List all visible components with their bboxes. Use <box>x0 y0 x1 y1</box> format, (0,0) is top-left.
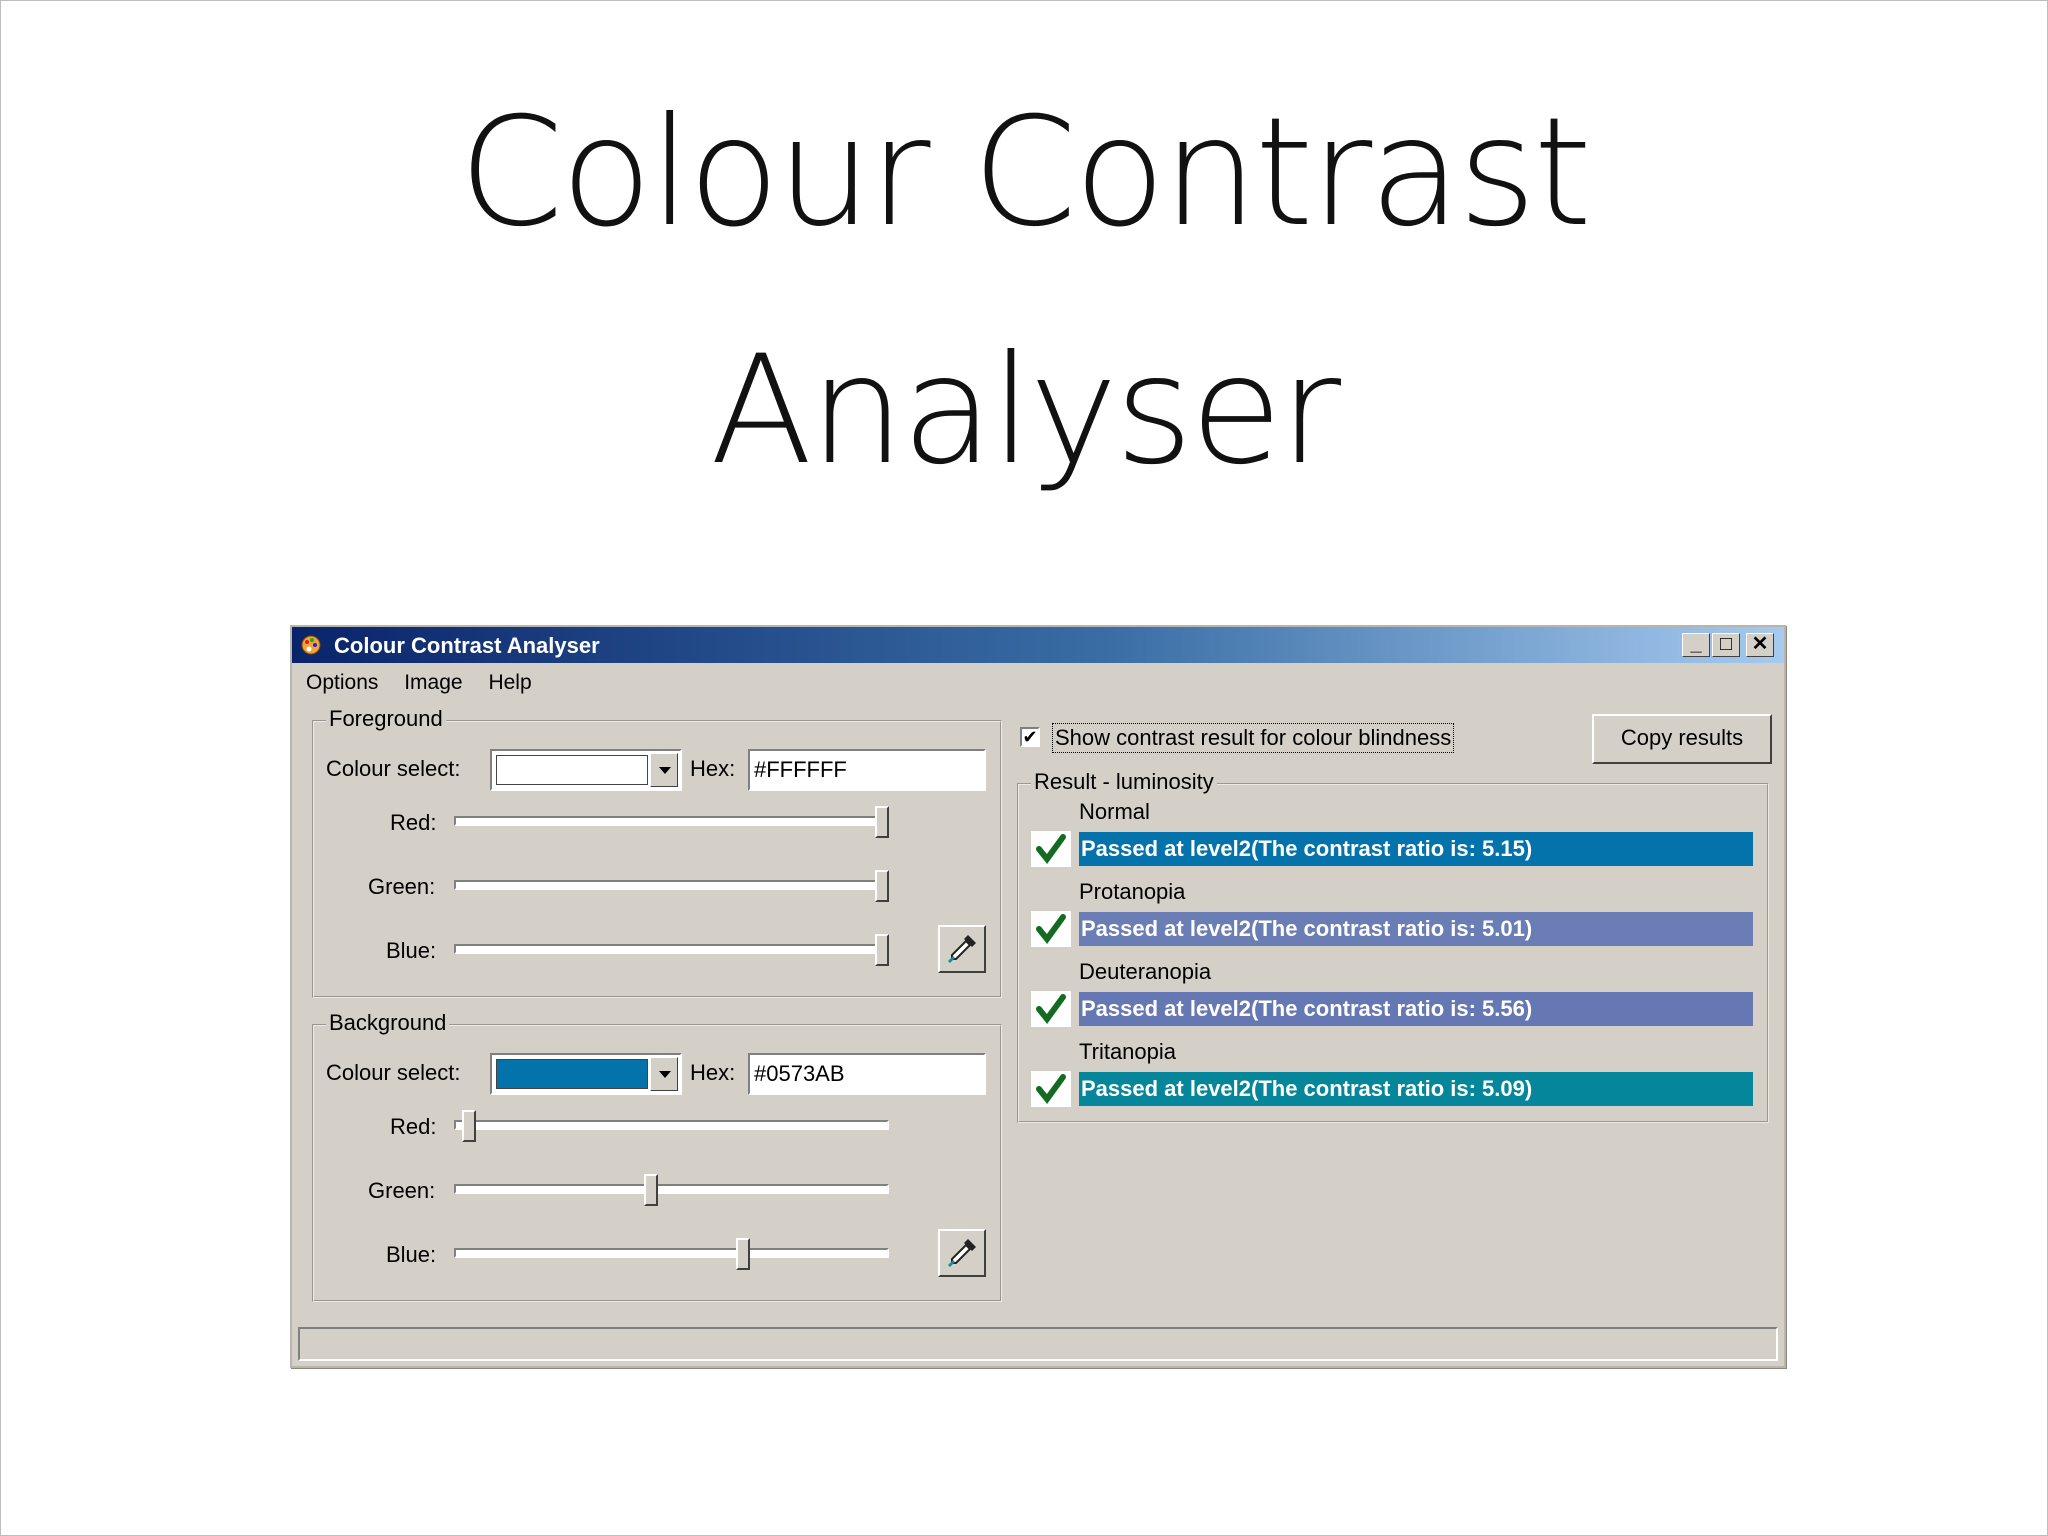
slide-title-line-2: Analyser <box>709 324 1341 498</box>
slider-thumb[interactable] <box>736 1238 750 1270</box>
fg-colour-select-label: Colour select: <box>326 756 461 781</box>
results-group: Result - luminosity Normal Passed at lev… <box>1017 769 1769 1123</box>
slider-thumb[interactable] <box>462 1110 476 1142</box>
fg-green-label: Green: <box>368 874 436 899</box>
slide-title-line-1: Colour Contrast <box>458 86 1592 260</box>
slider-thumb[interactable] <box>875 870 889 902</box>
bg-blue-slider[interactable] <box>454 1238 889 1270</box>
status-bar <box>298 1327 1778 1361</box>
fg-hex-label: Hex: <box>690 756 736 781</box>
checkmark-icon <box>1031 911 1071 947</box>
bg-red-label: Red: <box>390 1114 437 1139</box>
result-tritanopia-bar: Passed at level2(The contrast ratio is: … <box>1079 1072 1753 1106</box>
colour-blindness-label[interactable]: Show contrast result for colour blindnes… <box>1052 723 1455 753</box>
bg-eyedropper-button[interactable] <box>938 1229 986 1277</box>
result-tritanopia-title: Tritanopia <box>1079 1039 1177 1064</box>
checkmark-icon <box>1031 991 1071 1027</box>
fg-green-slider[interactable] <box>454 870 889 902</box>
bg-colour-swatch <box>496 1059 648 1089</box>
bg-hex-label: Hex: <box>690 1060 736 1085</box>
result-protanopia-bar: Passed at level2(The contrast ratio is: … <box>1079 912 1753 946</box>
bg-green-slider[interactable] <box>454 1174 889 1206</box>
result-deuteranopia-bar: Passed at level2(The contrast ratio is: … <box>1079 992 1753 1026</box>
bg-red-slider[interactable] <box>454 1110 889 1142</box>
bg-green-label: Green: <box>368 1178 436 1203</box>
fg-colour-swatch <box>496 755 648 785</box>
bg-colour-select-label: Colour select: <box>326 1060 461 1085</box>
background-group: Background Colour select: Hex: #0573AB R… <box>312 1010 1002 1302</box>
window-title: Colour Contrast Analyser <box>334 633 600 658</box>
menu-help[interactable]: Help <box>488 671 531 695</box>
copy-results-button[interactable]: Copy results <box>1592 714 1772 764</box>
result-deuteranopia-title: Deuteranopia <box>1079 959 1212 984</box>
bg-colour-select[interactable] <box>490 1053 682 1095</box>
menu-options[interactable]: Options <box>306 671 378 695</box>
eyedropper-icon <box>948 1239 976 1267</box>
colour-blindness-checkbox[interactable]: ✔ <box>1020 727 1040 747</box>
fg-red-label: Red: <box>390 810 437 835</box>
slider-thumb[interactable] <box>875 934 889 966</box>
checkmark-icon <box>1031 831 1071 867</box>
fg-eyedropper-button[interactable] <box>938 925 986 973</box>
result-normal-title: Normal <box>1079 799 1150 824</box>
fg-blue-slider[interactable] <box>454 934 889 966</box>
fg-blue-label: Blue: <box>386 938 437 963</box>
results-legend: Result - luminosity <box>1031 769 1217 795</box>
fg-hex-input[interactable]: #FFFFFF <box>748 749 986 791</box>
title-bar[interactable]: Colour Contrast Analyser _ □ ✕ <box>292 627 1784 663</box>
background-legend: Background <box>326 1010 450 1036</box>
eyedropper-icon <box>948 935 976 963</box>
palette-icon <box>301 635 321 655</box>
chevron-down-icon[interactable] <box>650 1057 678 1091</box>
bg-hex-input[interactable]: #0573AB <box>748 1053 986 1095</box>
bg-blue-label: Blue: <box>386 1242 437 1267</box>
chevron-down-icon[interactable] <box>650 753 678 787</box>
foreground-group: Foreground Colour select: Hex: #FFFFFF R… <box>312 706 1002 998</box>
result-protanopia-title: Protanopia <box>1079 879 1186 904</box>
menu-bar: Options Image Help <box>306 671 552 695</box>
result-normal-bar: Passed at level2(The contrast ratio is: … <box>1079 832 1753 866</box>
minimize-button[interactable]: _ <box>1682 633 1710 657</box>
app-window: Colour Contrast Analyser _ □ ✕ Options I… <box>290 625 1786 1368</box>
menu-image[interactable]: Image <box>404 671 462 695</box>
fg-red-slider[interactable] <box>454 806 889 838</box>
maximize-button[interactable]: □ <box>1712 633 1740 657</box>
slider-thumb[interactable] <box>875 806 889 838</box>
slider-thumb[interactable] <box>644 1174 658 1206</box>
close-button[interactable]: ✕ <box>1746 633 1774 657</box>
checkmark-icon <box>1031 1071 1071 1107</box>
foreground-legend: Foreground <box>326 706 446 732</box>
fg-colour-select[interactable] <box>490 749 682 791</box>
